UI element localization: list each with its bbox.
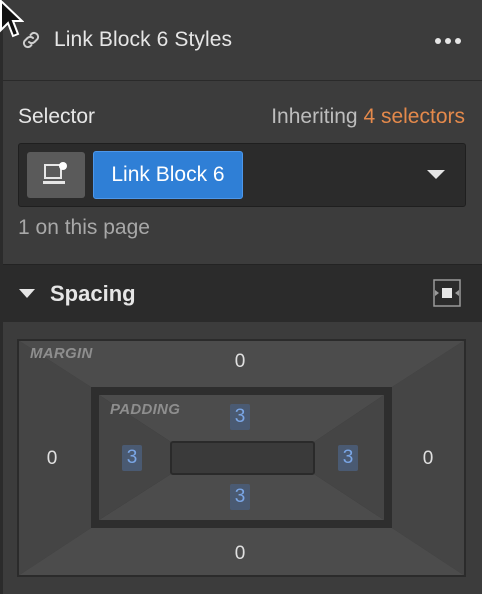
selector-label: Selector [18, 105, 96, 128]
spacing-title: Spacing [50, 281, 136, 306]
selector-section: Selector Inheriting 4 selectors Link Blo… [3, 81, 482, 263]
inheriting-prefix: Inheriting [271, 105, 358, 128]
chevron-down-icon[interactable] [427, 170, 445, 179]
padding-left-value[interactable]: 3 [122, 445, 142, 471]
selector-tag[interactable]: Link Block 6 [93, 151, 243, 199]
padding-bottom-value[interactable]: 3 [230, 484, 250, 510]
selector-field[interactable]: Link Block 6 [18, 143, 466, 207]
margin-left-value[interactable]: 0 [41, 448, 63, 470]
inheriting-info: Inheriting 4 selectors [271, 105, 465, 129]
state-button[interactable] [27, 152, 85, 198]
margin-label: MARGIN [30, 345, 93, 362]
padding-right-value[interactable]: 3 [338, 445, 358, 471]
padding-label: PADDING [110, 401, 181, 418]
selector-count-text: 1 on this page [18, 216, 150, 239]
spacing-section-header[interactable]: Spacing [3, 264, 482, 323]
margin-top-value[interactable]: 0 [229, 351, 251, 373]
margin-bottom-value[interactable]: 0 [229, 543, 251, 565]
panel-title: Link Block 6 Styles [54, 28, 233, 51]
padding-top-value[interactable]: 3 [230, 404, 250, 430]
spacing-view-toggle-icon[interactable] [433, 279, 461, 307]
state-icon [43, 162, 67, 184]
more-options-button[interactable] [435, 34, 469, 48]
more-horizontal-icon [435, 38, 441, 44]
inheriting-selectors-link[interactable]: 4 selectors [363, 105, 465, 128]
style-panel-header: Link Block 6 Styles [3, 0, 482, 81]
margin-right-value[interactable]: 0 [417, 448, 439, 470]
caret-down-icon [19, 289, 35, 298]
box-model-editor: MARGIN 0 0 0 0 PADDING 3 3 3 3 [3, 322, 482, 594]
mouse-cursor-icon [0, 0, 24, 38]
